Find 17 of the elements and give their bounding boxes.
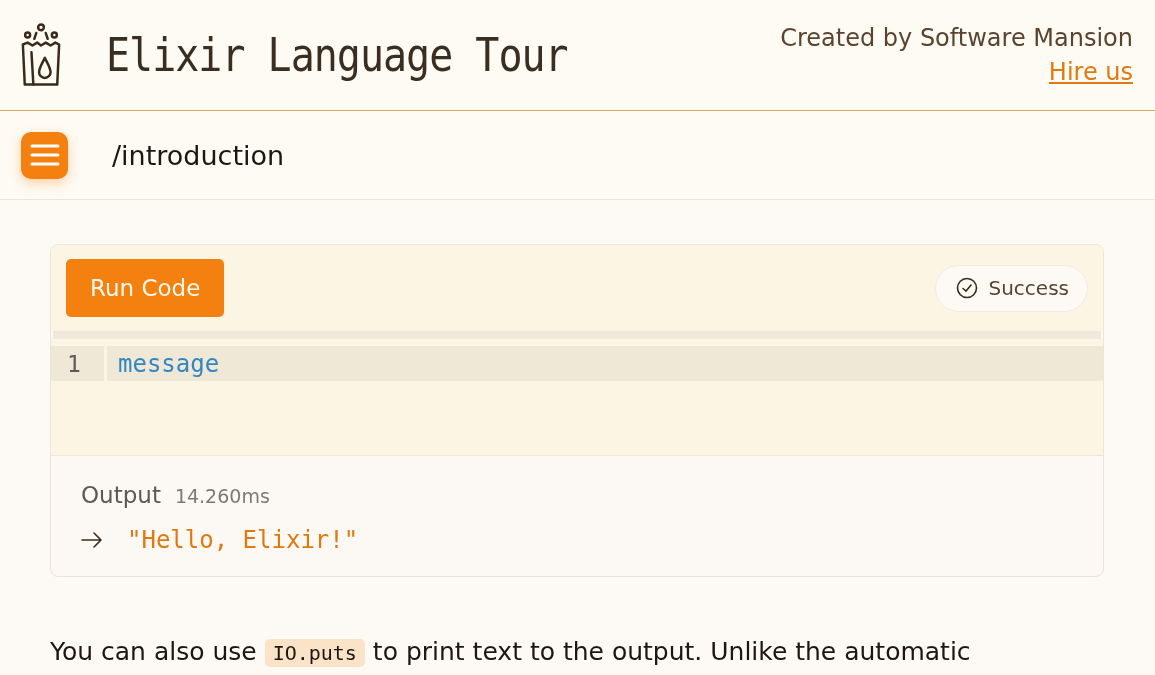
site-title: Elixir Language Tour: [106, 28, 568, 82]
arrow-right-icon: [81, 532, 103, 548]
menu-button[interactable]: [21, 131, 68, 179]
paragraph-text: You can also use IO.puts to print text to the output. Unlike the automatic: [50, 637, 972, 666]
code-text: message: [117, 349, 220, 378]
credit-text: Created by Software Mansion: [780, 24, 1133, 52]
status-badge: Success: [935, 264, 1088, 312]
menu-icon: [29, 143, 60, 167]
output-value: "Hello, Elixir!": [127, 526, 359, 554]
output-label: Output: [81, 482, 161, 508]
run-time: 14.260ms: [174, 485, 270, 507]
page-path: /introduction: [112, 139, 285, 171]
hire-us-link[interactable]: Hire us: [1048, 58, 1133, 86]
run-code-button[interactable]: Run Code: [66, 259, 225, 317]
check-circle-icon: [956, 277, 979, 299]
popcorn-bucket-icon: [20, 22, 62, 88]
line-number: 1: [51, 346, 107, 381]
